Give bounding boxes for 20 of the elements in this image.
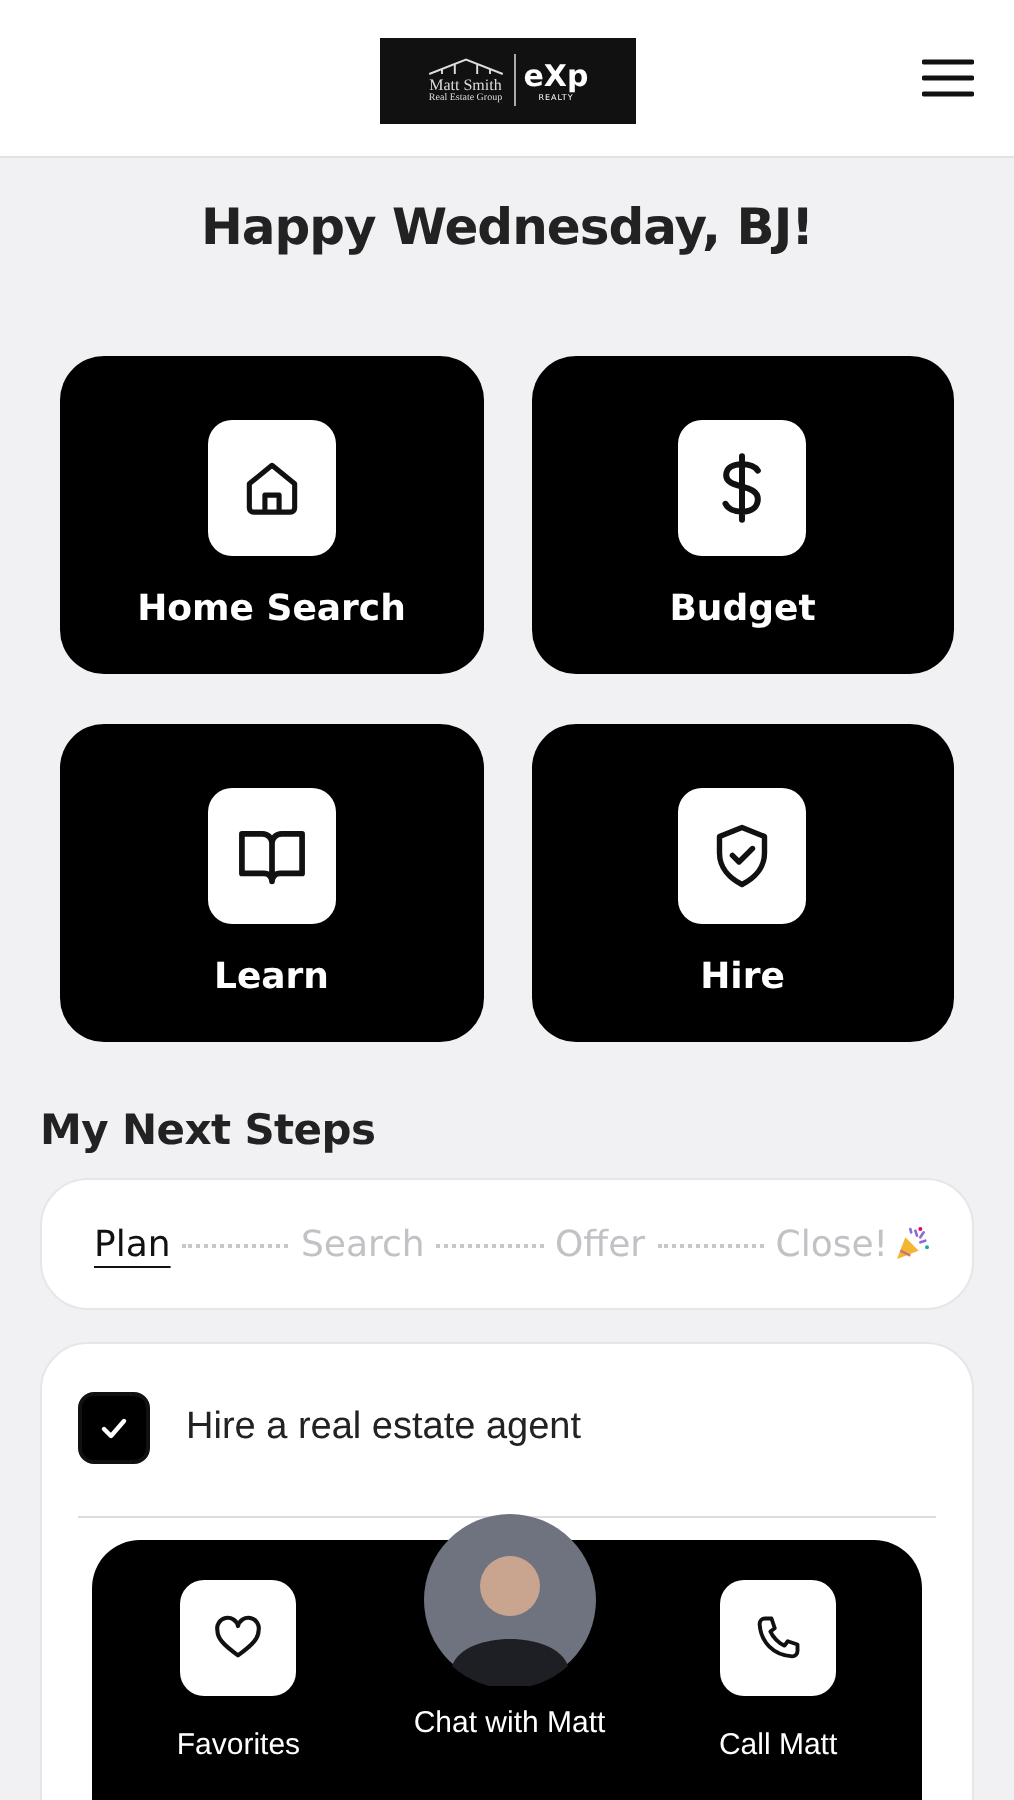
- tile-button[interactable]: Home Search: [60, 356, 483, 674]
- avatar-icon: [423, 1514, 596, 1686]
- tile-button[interactable]: Learn: [60, 724, 483, 1042]
- bar-button[interactable]: Call Matt: [718, 1580, 838, 1762]
- bar-button[interactable]: Chat with Matt: [413, 1514, 606, 1740]
- section-title: My Next Steps: [40, 1106, 378, 1154]
- tile-button[interactable]: Hire: [531, 724, 954, 1042]
- logo-brand: eXp: [523, 59, 589, 91]
- checkbox[interactable]: [78, 1392, 150, 1464]
- party-popper-icon: [892, 1224, 932, 1264]
- tile-button[interactable]: Budget: [531, 356, 954, 674]
- greeting: Happy Wednesday, BJ!: [198, 198, 816, 256]
- stage-tab[interactable]: Plan: [94, 1223, 171, 1265]
- task-label: Hire a real estate agent: [186, 1406, 582, 1450]
- phone-icon: [752, 1612, 805, 1664]
- menu-icon: [922, 58, 974, 98]
- menu-button[interactable]: [922, 58, 974, 98]
- logo-name: Matt Smith: [429, 75, 502, 93]
- house-roof-icon: [425, 55, 506, 75]
- bar-button[interactable]: Favorites: [176, 1580, 301, 1762]
